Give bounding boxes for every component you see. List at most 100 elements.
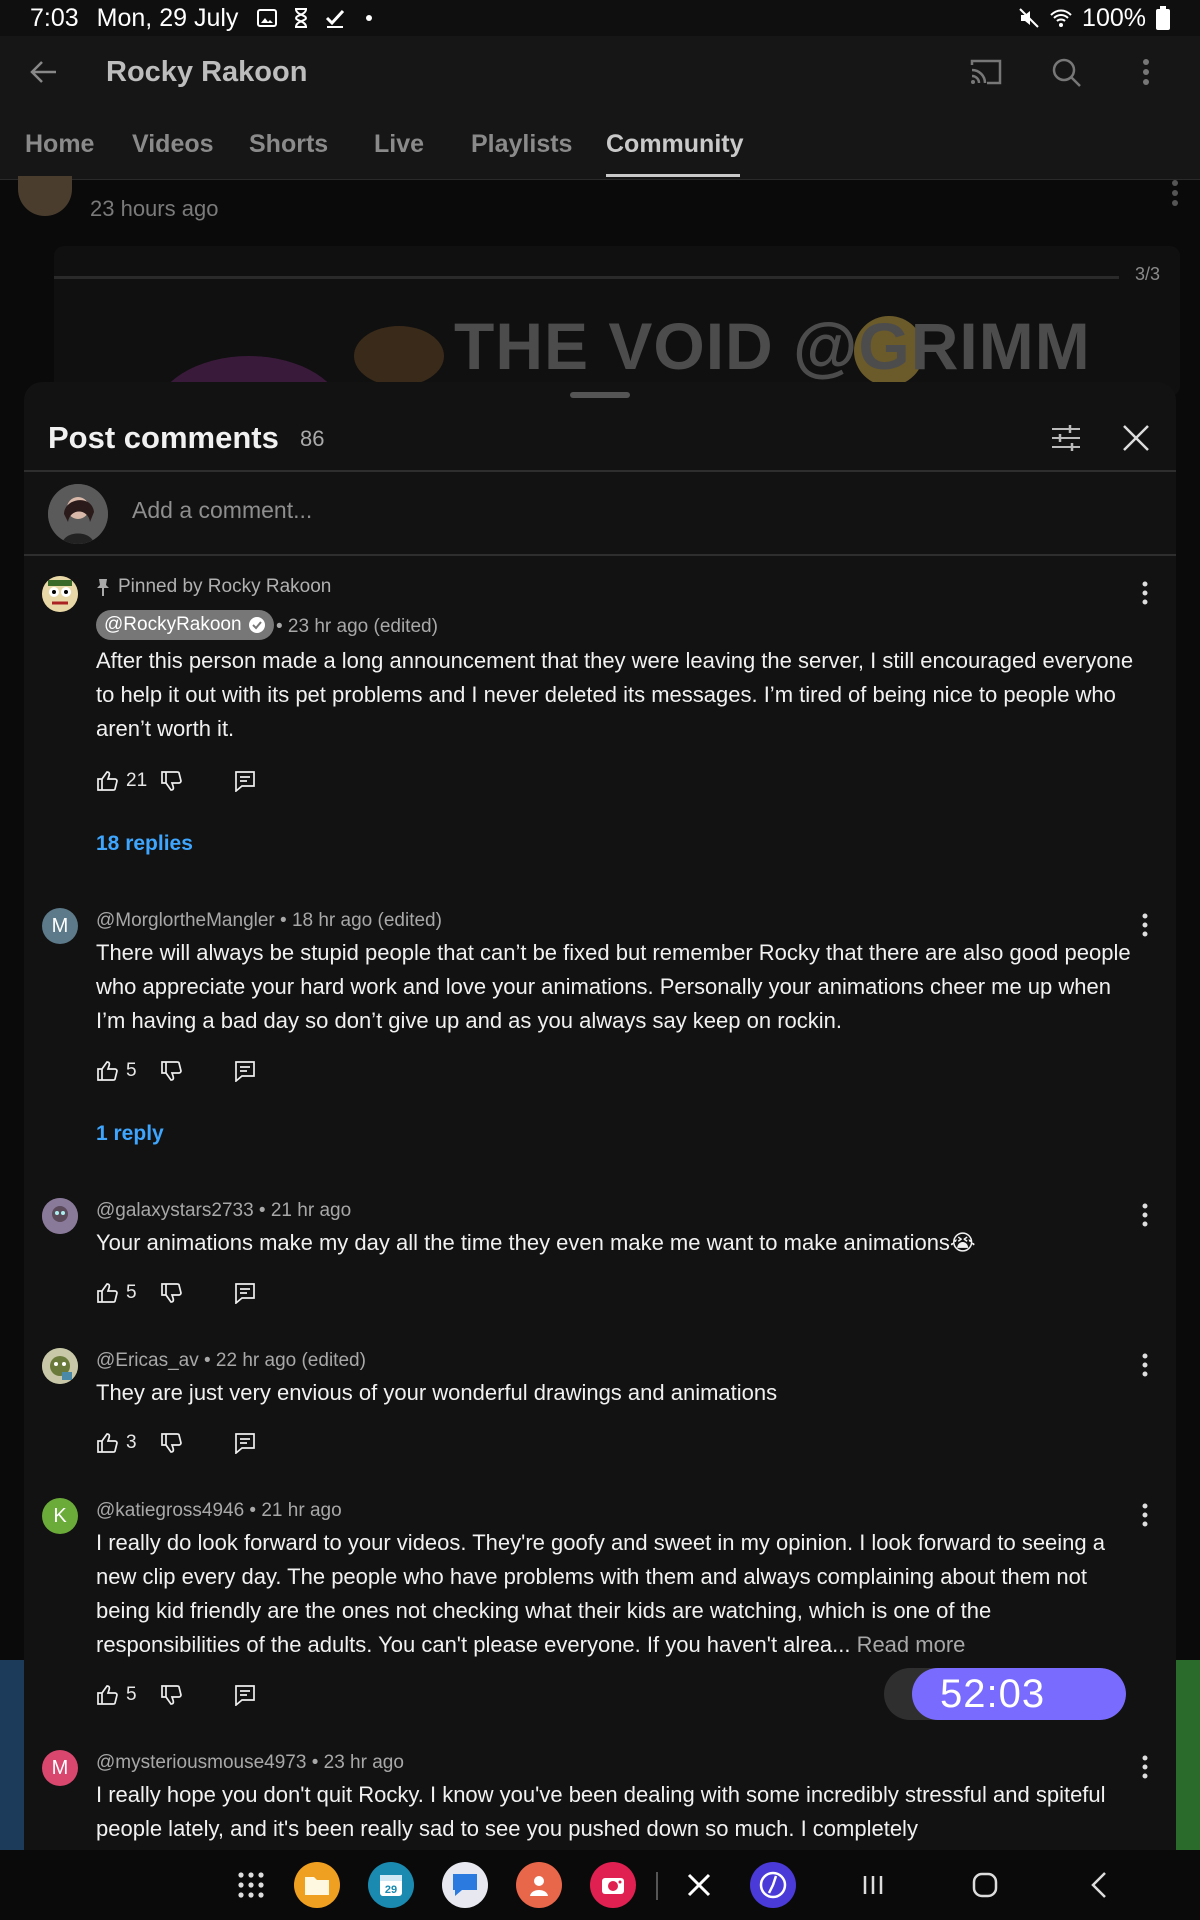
- sort-filter-button[interactable]: [1046, 418, 1086, 458]
- avatar[interactable]: M: [42, 1750, 78, 1786]
- read-more-link[interactable]: Read more: [857, 1632, 966, 1657]
- verified-icon: [248, 617, 265, 633]
- avatar[interactable]: [42, 576, 78, 612]
- reply-button[interactable]: [234, 1428, 274, 1458]
- view-replies-link[interactable]: 1 reply: [96, 1122, 164, 1146]
- dislike-button[interactable]: [160, 1428, 234, 1458]
- back-nav-button[interactable]: [1076, 1862, 1122, 1908]
- hourglass-icon: [295, 8, 308, 28]
- thumbs-down-icon: [161, 771, 182, 791]
- camera-app-button[interactable]: [590, 1862, 636, 1908]
- tab-live[interactable]: Live: [374, 130, 424, 159]
- files-app-button[interactable]: [294, 1862, 340, 1908]
- add-comment-input[interactable]: [132, 490, 1032, 530]
- like-button[interactable]: 5: [96, 1680, 160, 1710]
- view-replies-link[interactable]: 18 replies: [96, 832, 193, 856]
- dislike-button[interactable]: [160, 1680, 234, 1710]
- comment-meta: @katiegross4946 • 21 hr ago: [96, 1500, 342, 1521]
- thumbs-down-icon: [161, 1433, 182, 1453]
- tab-videos[interactable]: Videos: [132, 130, 214, 159]
- sliders-icon: [1052, 425, 1080, 451]
- app-drawer-button[interactable]: [228, 1862, 274, 1908]
- tab-shorts[interactable]: Shorts: [249, 130, 328, 159]
- author-chip[interactable]: @RockyRakoon: [96, 610, 274, 640]
- reply-icon: [235, 1061, 255, 1082]
- comment-more-icon[interactable]: [1140, 1200, 1150, 1230]
- comment-text: They are just very envious of your wonde…: [96, 1380, 778, 1405]
- check-icon: [326, 9, 345, 28]
- reply-button[interactable]: [234, 1680, 274, 1710]
- more-options-button[interactable]: [1126, 52, 1166, 92]
- date: Mon, 29 July: [96, 3, 239, 32]
- avatar[interactable]: [42, 1198, 78, 1234]
- timer-text: 52:03: [940, 1672, 1046, 1716]
- close-icon: [1123, 425, 1149, 451]
- avatar[interactable]: M: [42, 908, 78, 944]
- messages-app-button[interactable]: [442, 1862, 488, 1908]
- search-button[interactable]: [1046, 52, 1086, 92]
- dislike-button[interactable]: [160, 1056, 234, 1086]
- dislike-button[interactable]: [160, 1278, 234, 1308]
- recents-icon: [863, 1876, 883, 1894]
- like-count: 5: [126, 1684, 137, 1705]
- like-count: 3: [126, 1432, 137, 1453]
- comment-more-icon[interactable]: [1140, 578, 1150, 608]
- eye-emoji-graphic: [354, 326, 444, 386]
- home-button[interactable]: [962, 1862, 1008, 1908]
- comment-more-icon[interactable]: [1140, 1350, 1150, 1380]
- like-button[interactable]: 5: [96, 1056, 160, 1086]
- folder-icon: [305, 1877, 329, 1895]
- reply-button[interactable]: [234, 1056, 274, 1086]
- thumbs-up-icon: [97, 771, 118, 791]
- tab-home[interactable]: Home: [25, 130, 94, 159]
- clock-app-button[interactable]: [750, 1862, 796, 1908]
- dock-separator: [656, 1872, 658, 1900]
- thumbs-up-icon: [97, 1685, 118, 1705]
- comment-more-icon[interactable]: [1140, 1752, 1150, 1782]
- tab-playlists[interactable]: Playlists: [471, 130, 572, 159]
- thumbs-down-icon: [161, 1283, 182, 1303]
- like-button[interactable]: 5: [96, 1278, 160, 1308]
- channel-title: Rocky Rakoon: [106, 55, 308, 88]
- comment-more-icon[interactable]: [1140, 910, 1150, 940]
- dislike-button[interactable]: [160, 766, 234, 796]
- add-comment-row: [24, 472, 1176, 556]
- image-progress-bar: [54, 276, 1119, 279]
- comment-actions: 5: [96, 1056, 274, 1086]
- reply-button[interactable]: [234, 1278, 274, 1308]
- mute-icon: [1019, 8, 1039, 28]
- channel-tabs: Home Videos Shorts Live Playlists Commun…: [0, 110, 1200, 180]
- x-app-button[interactable]: [676, 1862, 722, 1908]
- gallery-icon: [257, 9, 278, 27]
- calendar-app-button[interactable]: 29: [368, 1862, 414, 1908]
- comment-meta: @galaxystars2733 • 21 hr ago: [96, 1200, 352, 1221]
- tab-community[interactable]: Community: [606, 130, 744, 159]
- ericas-avatar-icon: [42, 1348, 78, 1384]
- recent-apps-button[interactable]: [850, 1862, 896, 1908]
- pinned-label: Pinned by Rocky Rakoon: [96, 576, 331, 598]
- reply-button[interactable]: [234, 766, 274, 796]
- wifi-icon: [1050, 9, 1072, 27]
- comment-more-icon[interactable]: [1140, 1500, 1150, 1530]
- close-button[interactable]: [1116, 418, 1156, 458]
- author-name: @RockyRakoon: [104, 614, 242, 635]
- thumbs-up-icon: [97, 1433, 118, 1453]
- comment: @Ericas_av • 22 hr ago (edited) They are…: [24, 1348, 1176, 1458]
- reply-icon: [235, 771, 255, 792]
- like-button[interactable]: 21: [96, 766, 160, 796]
- calendar-icon: 29: [380, 1875, 402, 1896]
- like-button[interactable]: 3: [96, 1428, 160, 1458]
- drag-handle[interactable]: [570, 392, 630, 398]
- like-count: 21: [126, 770, 148, 791]
- comment-meta: @Ericas_av • 22 hr ago (edited): [96, 1350, 366, 1371]
- grid-icon: [238, 1872, 264, 1898]
- reply-icon: [235, 1685, 255, 1706]
- avatar[interactable]: [42, 1348, 78, 1384]
- cast-button[interactable]: [966, 52, 1006, 92]
- back-button[interactable]: [24, 52, 64, 92]
- person-icon: [530, 1876, 548, 1896]
- galaxy-avatar-icon: [42, 1198, 78, 1234]
- avatar[interactable]: K: [42, 1498, 78, 1534]
- contacts-app-button[interactable]: [516, 1862, 562, 1908]
- floating-timer[interactable]: 52:03: [884, 1668, 1126, 1720]
